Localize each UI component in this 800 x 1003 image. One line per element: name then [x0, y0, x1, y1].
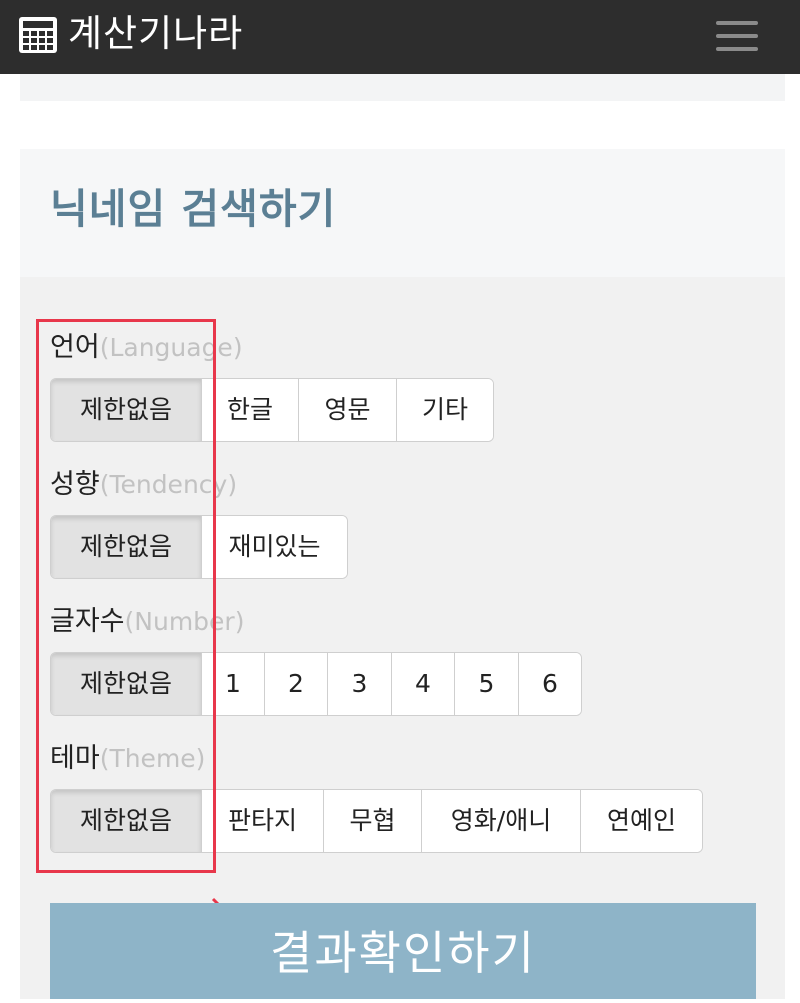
number-option-5[interactable]: 5 [454, 653, 518, 715]
theme-option-movie-anime[interactable]: 영화/애니 [421, 790, 580, 852]
theme-option-martial-arts[interactable]: 무협 [323, 790, 421, 852]
page-title: 닉네임 검색하기 [50, 185, 337, 233]
language-option-english[interactable]: 영문 [298, 379, 396, 441]
theme-option-fantasy[interactable]: 판타지 [201, 790, 323, 852]
card-header: 닉네임 검색하기 [20, 149, 785, 277]
top-navigation-bar: 계산기나라 [0, 0, 800, 74]
previous-section-strip [20, 74, 785, 101]
language-option-other[interactable]: 기타 [396, 379, 493, 441]
submit-button[interactable]: 결과확인하기 [50, 903, 756, 999]
number-option-2[interactable]: 2 [264, 653, 327, 715]
number-option-3[interactable]: 3 [327, 653, 391, 715]
app-title[interactable]: 계산기나라 [68, 8, 243, 60]
calculator-icon [19, 17, 57, 53]
hamburger-menu-icon [716, 21, 758, 25]
hamburger-menu-button[interactable] [712, 17, 762, 57]
number-option-6[interactable]: 6 [518, 653, 581, 715]
highlight-annotation-box [36, 319, 216, 873]
tendency-option-funny[interactable]: 재미있는 [201, 516, 347, 578]
number-option-4[interactable]: 4 [391, 653, 454, 715]
theme-option-celebrity[interactable]: 연예인 [580, 790, 702, 852]
